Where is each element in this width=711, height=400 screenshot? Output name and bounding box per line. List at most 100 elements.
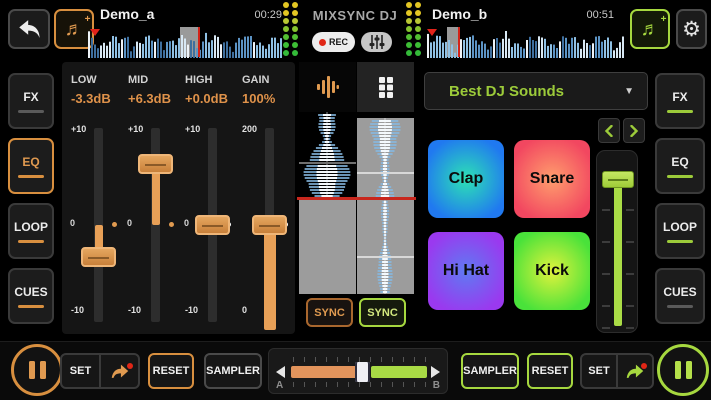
crossfader-tick bbox=[392, 382, 393, 387]
sidebar-a-tab-loop[interactable]: LOOP bbox=[8, 203, 54, 259]
sidebar-a-tab-eq[interactable]: EQ bbox=[8, 138, 54, 194]
chevron-left-icon bbox=[604, 125, 614, 137]
grid-view-tab[interactable] bbox=[357, 62, 414, 112]
prev-bank-button[interactable] bbox=[598, 118, 620, 143]
eq-channel-label: GAIN bbox=[242, 74, 270, 86]
crossfader-tick bbox=[370, 382, 371, 387]
settings-button[interactable]: ⚙ bbox=[676, 9, 707, 49]
meter-dot bbox=[292, 10, 298, 16]
crossfader-a-label: A bbox=[276, 380, 283, 391]
tab-label: EQ bbox=[671, 155, 688, 169]
next-bank-button[interactable] bbox=[623, 118, 645, 143]
sample-pack-dropdown[interactable]: Best DJ Sounds ▼ bbox=[424, 72, 648, 110]
bottombar: SET RESET SAMPLER A B SAMPLER RESET S bbox=[0, 341, 711, 400]
eq-high-thumb[interactable] bbox=[195, 215, 230, 235]
eq-channel-label: MID bbox=[128, 74, 148, 86]
deck-b-library-button[interactable]: ♬+ bbox=[630, 9, 670, 49]
deck-b-forward-beat-button[interactable] bbox=[616, 355, 652, 387]
record-button[interactable]: REC bbox=[312, 32, 355, 52]
playhead-line bbox=[198, 27, 200, 57]
crossfader-tick bbox=[359, 382, 360, 387]
deck-a-sync-button[interactable]: SYNC bbox=[306, 298, 353, 327]
crossfader-tick bbox=[425, 357, 426, 362]
back-button[interactable] bbox=[8, 9, 50, 49]
tab-indicator bbox=[667, 305, 693, 308]
crossfader-left-arrow-icon[interactable] bbox=[276, 366, 285, 378]
tab-indicator bbox=[18, 240, 44, 243]
sample-pack-name: Best DJ Sounds bbox=[449, 83, 624, 100]
deck-b-reset-button[interactable]: RESET bbox=[527, 353, 573, 389]
deck-a-pause-button[interactable] bbox=[11, 344, 63, 396]
app-title: MIXSYNC DJ bbox=[303, 8, 407, 23]
pad-hi-hat[interactable]: Hi Hat bbox=[428, 232, 504, 310]
deck-b-waveform-overview[interactable] bbox=[427, 27, 625, 58]
deck-b-set-button[interactable]: SET bbox=[582, 355, 616, 387]
tab-indicator bbox=[18, 175, 44, 178]
meter-column bbox=[283, 2, 289, 56]
deck-b-sampler-button[interactable]: SAMPLER bbox=[461, 353, 519, 389]
meter-dot bbox=[406, 50, 412, 56]
deck-a-set-button[interactable]: SET bbox=[62, 355, 99, 387]
sidebar-a-tab-fx[interactable]: FX bbox=[8, 73, 54, 129]
mixer-button[interactable] bbox=[361, 32, 392, 52]
volume-track bbox=[614, 179, 622, 326]
center-playhead-line bbox=[297, 197, 416, 200]
meter-column bbox=[415, 2, 421, 56]
record-dot-icon bbox=[319, 39, 326, 46]
meter-dot bbox=[415, 34, 421, 40]
tab-label: LOOP bbox=[14, 220, 48, 234]
eq-low-thumb[interactable] bbox=[81, 247, 116, 267]
meter-dot bbox=[415, 18, 421, 24]
deck-a-track-wave-strip[interactable] bbox=[299, 112, 356, 294]
crossfader-tick bbox=[414, 382, 415, 387]
sidebar-b-tab-cues[interactable]: CUES bbox=[655, 268, 705, 324]
eq-mid-thumb[interactable] bbox=[138, 154, 173, 174]
deck-a-track-title: Demo_a bbox=[100, 6, 154, 22]
tab-label: FX bbox=[672, 90, 687, 104]
crossfader[interactable]: A B bbox=[268, 348, 448, 394]
deck-a-sampler-button[interactable]: SAMPLER bbox=[204, 353, 262, 389]
eq-gain-thumb[interactable] bbox=[252, 215, 287, 235]
crossfader-tick bbox=[414, 357, 415, 362]
pad-snare[interactable]: Snare bbox=[514, 140, 590, 218]
pause-icon bbox=[675, 361, 681, 379]
deck-b-track-wave-strip[interactable] bbox=[357, 118, 414, 294]
deck-a-eq-panel: LOW-3.3dB+100-10MID+6.3dB+100-10HIGH+0.0… bbox=[62, 62, 295, 334]
sidebar-b-tab-fx[interactable]: FX bbox=[655, 73, 705, 129]
pad-kick[interactable]: Kick bbox=[514, 232, 590, 310]
crossfader-tick bbox=[304, 382, 305, 387]
crossfader-thumb[interactable] bbox=[355, 362, 370, 382]
crossfader-tick bbox=[337, 382, 338, 387]
eq-high-channel: HIGH+0.0dB+100-10 bbox=[180, 62, 237, 334]
deck-a-forward-beat-button[interactable] bbox=[99, 355, 138, 387]
pad-clap[interactable]: Clap bbox=[428, 140, 504, 218]
meter-dot bbox=[415, 10, 421, 16]
tab-indicator bbox=[18, 305, 44, 308]
eq-scale-bottom: 0 bbox=[242, 305, 247, 315]
deck-a-waveform-overview[interactable] bbox=[88, 27, 283, 58]
deck-a-reset-button[interactable]: RESET bbox=[148, 353, 194, 389]
sidebar-b-tab-eq[interactable]: EQ bbox=[655, 138, 705, 194]
eq-scale-top: +10 bbox=[128, 124, 143, 134]
volume-thumb[interactable] bbox=[602, 171, 634, 188]
sidebar-b-tab-loop[interactable]: LOOP bbox=[655, 203, 705, 259]
tab-indicator bbox=[667, 110, 693, 113]
volume-tick bbox=[602, 327, 610, 329]
deck-b-pause-button[interactable] bbox=[657, 344, 709, 396]
deck-b-level-meter bbox=[406, 2, 421, 56]
crossfader-tick bbox=[381, 382, 382, 387]
deck-b-sync-button[interactable]: SYNC bbox=[359, 298, 406, 327]
pad-label: Hi Hat bbox=[443, 262, 489, 280]
waveform-view-tab[interactable] bbox=[299, 62, 356, 112]
pad-label: Kick bbox=[535, 262, 569, 280]
volume-tick bbox=[626, 305, 634, 307]
meter-dot bbox=[292, 18, 298, 24]
meter-dot bbox=[283, 42, 289, 48]
sampler-pads: ClapSnare Hi Hat Kick bbox=[428, 140, 590, 310]
sidebar-a-tab-cues[interactable]: CUES bbox=[8, 268, 54, 324]
deck-b-volume-slider[interactable] bbox=[596, 150, 638, 333]
crossfader-right-arrow-icon[interactable] bbox=[431, 366, 440, 378]
crossfader-tick bbox=[293, 382, 294, 387]
playhead-marker-icon bbox=[427, 29, 437, 36]
meter-dot bbox=[292, 2, 298, 8]
